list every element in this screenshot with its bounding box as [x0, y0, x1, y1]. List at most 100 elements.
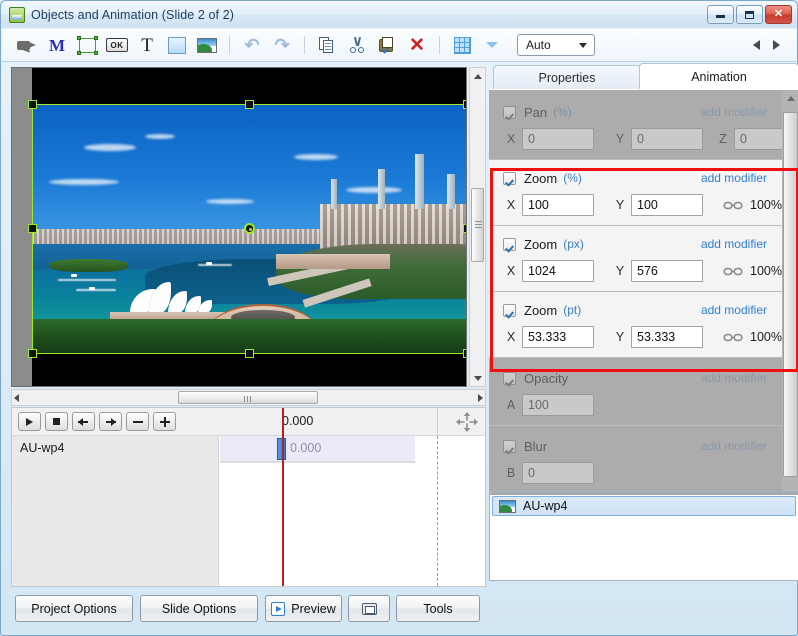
- tab-animation[interactable]: Animation: [639, 63, 798, 89]
- opacity-a-label: A: [503, 398, 519, 412]
- blur-b-input[interactable]: 0: [522, 462, 594, 484]
- animation-panel-body: Pan (%) add modifier X 0 Y 0 Z 0: [489, 89, 798, 549]
- pan-x-input[interactable]: 0: [522, 128, 594, 150]
- timeline-track-row[interactable]: AU-wp4: [12, 436, 485, 462]
- tab-properties[interactable]: Properties: [493, 65, 641, 89]
- window-buttons: ✕: [707, 5, 792, 24]
- timeline-time-label: 0.000: [282, 414, 313, 428]
- ok-button-icon[interactable]: OK: [102, 32, 132, 58]
- canvas-vertical-scrollbar[interactable]: [469, 67, 486, 387]
- text-tool-icon[interactable]: T: [132, 32, 162, 58]
- zoom-in-button[interactable]: [153, 412, 176, 431]
- zoom-pixels-x-input[interactable]: 1024: [522, 260, 594, 282]
- zoom-pixels-add-modifier[interactable]: add modifier: [701, 237, 767, 251]
- next-keyframe-button[interactable]: [99, 412, 122, 431]
- prev-keyframe-button[interactable]: [72, 412, 95, 431]
- stop-button[interactable]: [45, 412, 68, 431]
- timeline-controls: [18, 412, 176, 431]
- link-icon: [723, 200, 743, 211]
- pan-y-input[interactable]: 0: [631, 128, 703, 150]
- mask-m-icon[interactable]: M: [42, 32, 72, 58]
- move-tool-icon[interactable]: [456, 412, 478, 432]
- zoom-percent-link-value: 100%: [750, 198, 782, 212]
- grid-icon[interactable]: [447, 32, 477, 58]
- close-button[interactable]: ✕: [765, 5, 792, 24]
- zoom-points-x-input[interactable]: 53.333: [522, 326, 594, 348]
- canvas-horizontal-scrollbar[interactable]: [11, 389, 486, 406]
- zoom-percent-link[interactable]: 100%: [723, 198, 782, 212]
- image-tool-icon[interactable]: [192, 32, 222, 58]
- slide-canvas[interactable]: [11, 67, 467, 387]
- object-list[interactable]: AU-wp4: [489, 491, 798, 581]
- next-object-button[interactable]: [766, 33, 786, 57]
- video-camera-icon[interactable]: [12, 32, 42, 58]
- zoom-out-button[interactable]: [126, 412, 149, 431]
- scroll-up-icon[interactable]: [470, 68, 485, 84]
- zoom-points-y-input[interactable]: 53.333: [631, 326, 703, 348]
- tools-button[interactable]: Tools: [396, 595, 480, 622]
- cut-icon[interactable]: [342, 32, 372, 58]
- opacity-add-modifier[interactable]: add modifier: [701, 371, 767, 385]
- timeline-end-marker: [437, 436, 438, 586]
- opacity-a-input[interactable]: 100: [522, 394, 594, 416]
- zoom-pixels-link[interactable]: 100%: [723, 264, 782, 278]
- section-zoom-percent: Zoom (%) add modifier X 100 Y 100: [489, 160, 798, 226]
- section-zoom-points: Zoom (pt) add modifier X 53.333 Y 53.333: [489, 292, 798, 358]
- blur-checkbox[interactable]: [503, 440, 516, 453]
- scrollbar-thumb[interactable]: [471, 188, 484, 262]
- pan-add-modifier[interactable]: add modifier: [701, 105, 767, 119]
- grid-dropdown-icon[interactable]: [477, 32, 507, 58]
- blur-add-modifier[interactable]: add modifier: [701, 439, 767, 453]
- window-mode-button[interactable]: [348, 595, 390, 622]
- scroll-down-icon[interactable]: [470, 370, 485, 386]
- zoom-level-combo[interactable]: Auto: [517, 34, 595, 56]
- scroll-right-icon[interactable]: [478, 394, 483, 402]
- bottom-button-bar: Project Options Slide Options Preview To…: [2, 586, 796, 634]
- frame-select-icon[interactable]: [72, 32, 102, 58]
- slide-image-au-wp4[interactable]: [32, 104, 467, 354]
- zoom-percent-y-input[interactable]: 100: [631, 194, 703, 216]
- panel-scrollbar-thumb[interactable]: [783, 112, 798, 477]
- undo-icon[interactable]: ↶: [237, 32, 267, 58]
- redo-icon[interactable]: ↷: [267, 32, 297, 58]
- scroll-left-icon[interactable]: [14, 394, 19, 402]
- previous-object-button[interactable]: [746, 33, 766, 57]
- zoom-percent-x-input[interactable]: 100: [522, 194, 594, 216]
- toolbar-separator: [439, 36, 440, 54]
- zoom-pixels-checkbox[interactable]: [503, 238, 516, 251]
- timeline-playhead[interactable]: [282, 408, 284, 586]
- project-options-button[interactable]: Project Options: [15, 595, 133, 622]
- window-icon: [362, 603, 377, 615]
- zoom-pixels-y-input[interactable]: 576: [631, 260, 703, 282]
- zoom-points-checkbox[interactable]: [503, 304, 516, 317]
- panel-vertical-scrollbar[interactable]: [782, 90, 798, 549]
- zoom-percent-checkbox[interactable]: [503, 172, 516, 185]
- panel-scroll-up-icon[interactable]: [782, 90, 798, 106]
- maximize-button[interactable]: [736, 5, 763, 24]
- objects-and-animation-window: Objects and Animation (Slide 2 of 2) ✕ M…: [0, 0, 798, 636]
- list-item[interactable]: AU-wp4: [492, 496, 796, 516]
- opacity-checkbox[interactable]: [503, 372, 516, 385]
- rectangle-tool-icon[interactable]: [162, 32, 192, 58]
- close-icon: ✕: [766, 6, 791, 23]
- zoom-points-x-label: X: [503, 330, 519, 344]
- zoom-percent-add-modifier[interactable]: add modifier: [701, 171, 767, 185]
- pan-checkbox[interactable]: [503, 106, 516, 119]
- object-name: AU-wp4: [523, 499, 567, 513]
- link-icon: [723, 266, 743, 277]
- play-button[interactable]: [18, 412, 41, 431]
- zoom-points-link[interactable]: 100%: [723, 330, 782, 344]
- paste-icon[interactable]: [372, 32, 402, 58]
- zoom-points-y-label: Y: [612, 330, 628, 344]
- copy-icon[interactable]: [312, 32, 342, 58]
- zoom-points-title: Zoom: [524, 303, 557, 318]
- minimize-button[interactable]: [707, 5, 734, 24]
- zoom-points-add-modifier[interactable]: add modifier: [701, 303, 767, 317]
- blur-title: Blur: [524, 439, 547, 454]
- slide-options-button[interactable]: Slide Options: [140, 595, 258, 622]
- opacity-title: Opacity: [524, 371, 568, 386]
- scrollbar-thumb[interactable]: [178, 391, 318, 404]
- delete-icon[interactable]: ✕: [402, 32, 432, 58]
- preview-button[interactable]: Preview: [265, 595, 342, 622]
- section-pan: Pan (%) add modifier X 0 Y 0 Z 0: [489, 90, 798, 160]
